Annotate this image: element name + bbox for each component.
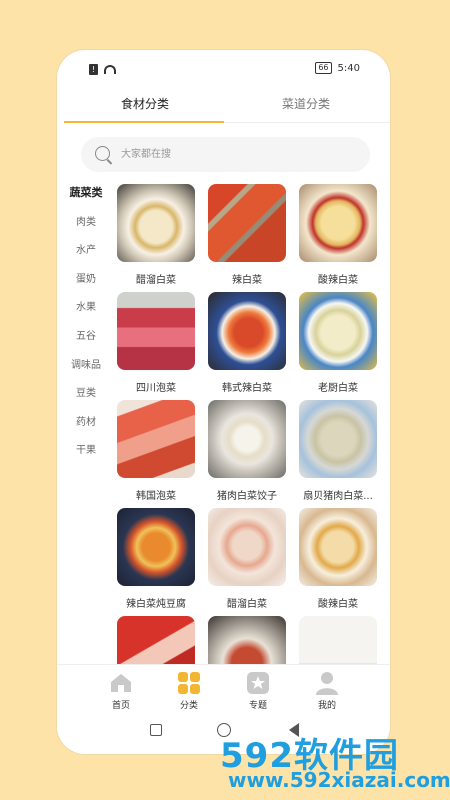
recipe-card[interactable]: 醋溜白菜 [208,508,288,610]
category-grid-icon [178,672,200,694]
recipe-card[interactable]: 醋溜白菜 [117,184,197,286]
recipe-title: 辣白菜炖豆腐 [126,599,186,610]
recipe-thumbnail [117,184,195,262]
tab-ingredient-category[interactable]: 食材分类 [121,95,169,112]
recipe-title: 醋溜白菜 [136,275,176,286]
nav-topics[interactable]: 专题 [236,671,280,711]
search-bar[interactable] [81,137,370,172]
active-tab-indicator [64,121,224,123]
nav-profile[interactable]: 我的 [305,671,349,711]
recipe-thumbnail [299,292,377,370]
tab-divider [224,122,390,123]
sidebar-item-grains[interactable]: 五谷 [57,327,115,342]
search-input[interactable] [121,137,351,172]
recipe-thumbnail [299,400,377,478]
profile-icon [316,672,338,695]
sim-icon: ! [89,64,98,75]
wifi-icon [104,65,116,74]
recipe-thumbnail [208,292,286,370]
nav-home-label: 首页 [111,701,130,711]
sidebar-item-herbs[interactable]: 药材 [57,413,115,428]
recipe-thumbnail [208,184,286,262]
sidebar-item-fruit[interactable]: 水果 [57,298,115,313]
sidebar-item-nuts[interactable]: 干果 [57,441,115,456]
sidebar-item-vegetables[interactable]: 蔬菜类 [57,184,115,200]
home-icon [111,674,131,692]
recipe-title: 醋溜白菜 [227,599,267,610]
recipe-card[interactable] [208,616,288,664]
recipe-title: 韩国泡菜 [136,491,176,502]
watermark: 592软件园 www.592xiazai.com [220,728,450,800]
recipe-thumbnail [299,508,377,586]
recipe-title: 酸辣白菜 [318,275,358,286]
recipe-card[interactable]: 韩国泡菜 [117,400,197,502]
recipe-thumbnail [208,400,286,478]
recipe-card[interactable]: 辣白菜 [208,184,288,286]
search-icon [95,146,110,161]
recipe-grid: 醋溜白菜 辣白菜 酸辣白菜 四川泡菜 韩式辣白菜 老厨白菜 韩国泡菜 猪肉白菜饺… [115,184,390,664]
tab-dish-category[interactable]: 菜道分类 [282,95,330,112]
sidebar-item-meat[interactable]: 肉类 [57,213,115,228]
nav-category-label: 分类 [179,701,198,711]
recipe-card[interactable]: 辣白菜炖豆腐 [117,508,197,610]
watermark-url: www.592xiazai.com [228,768,450,792]
recipe-card[interactable]: 老厨白菜 [299,292,379,394]
nav-profile-label: 我的 [317,701,336,711]
nav-category[interactable]: 分类 [167,671,211,711]
recipe-thumbnail [299,184,377,262]
recent-apps-icon[interactable] [150,724,162,736]
sidebar-item-eggs-dairy[interactable]: 蛋奶 [57,270,115,285]
recipe-title: 辣白菜 [232,275,262,286]
recipe-thumbnail [117,616,195,664]
recipe-card[interactable] [299,616,379,664]
recipe-card[interactable] [117,616,197,664]
recipe-thumbnail [117,400,195,478]
recipe-card[interactable]: 扇贝猪肉白菜... [299,400,379,502]
recipe-card[interactable]: 酸辣白菜 [299,508,379,610]
battery-icon: 66 [315,62,332,74]
recipe-thumbnail [299,616,377,664]
recipe-card[interactable]: 韩式辣白菜 [208,292,288,394]
recipe-title: 扇贝猪肉白菜... [303,491,373,502]
recipe-card[interactable]: 酸辣白菜 [299,184,379,286]
recipe-thumbnail [208,508,286,586]
nav-topics-label: 专题 [248,701,267,711]
recipe-card[interactable]: 猪肉白菜饺子 [208,400,288,502]
category-tabs: 食材分类 菜道分类 [57,86,390,124]
sidebar-item-beans[interactable]: 豆类 [57,384,115,399]
sidebar-item-seafood[interactable]: 水产 [57,241,115,256]
recipe-title: 老厨白菜 [318,383,358,394]
phone-screen: ! 66 5:40 食材分类 菜道分类 蔬菜类 肉类 水产 蛋奶 水果 五谷 调… [57,50,390,754]
recipe-title: 四川泡菜 [136,383,176,394]
nav-home[interactable]: 首页 [99,671,143,711]
recipe-thumbnail [117,292,195,370]
recipe-thumbnail [208,616,286,664]
bottom-navigation: 首页 分类 专题 我的 [57,664,390,714]
status-time: 5:40 [337,62,360,74]
sidebar-item-seasoning[interactable]: 调味品 [57,356,115,371]
recipe-title: 猪肉白菜饺子 [217,491,277,502]
recipe-title: 韩式辣白菜 [222,383,272,394]
topic-star-icon [247,672,269,694]
recipe-card[interactable]: 四川泡菜 [117,292,197,394]
recipe-thumbnail [117,508,195,586]
status-bar: ! 66 5:40 [57,50,390,86]
recipe-title: 酸辣白菜 [318,599,358,610]
